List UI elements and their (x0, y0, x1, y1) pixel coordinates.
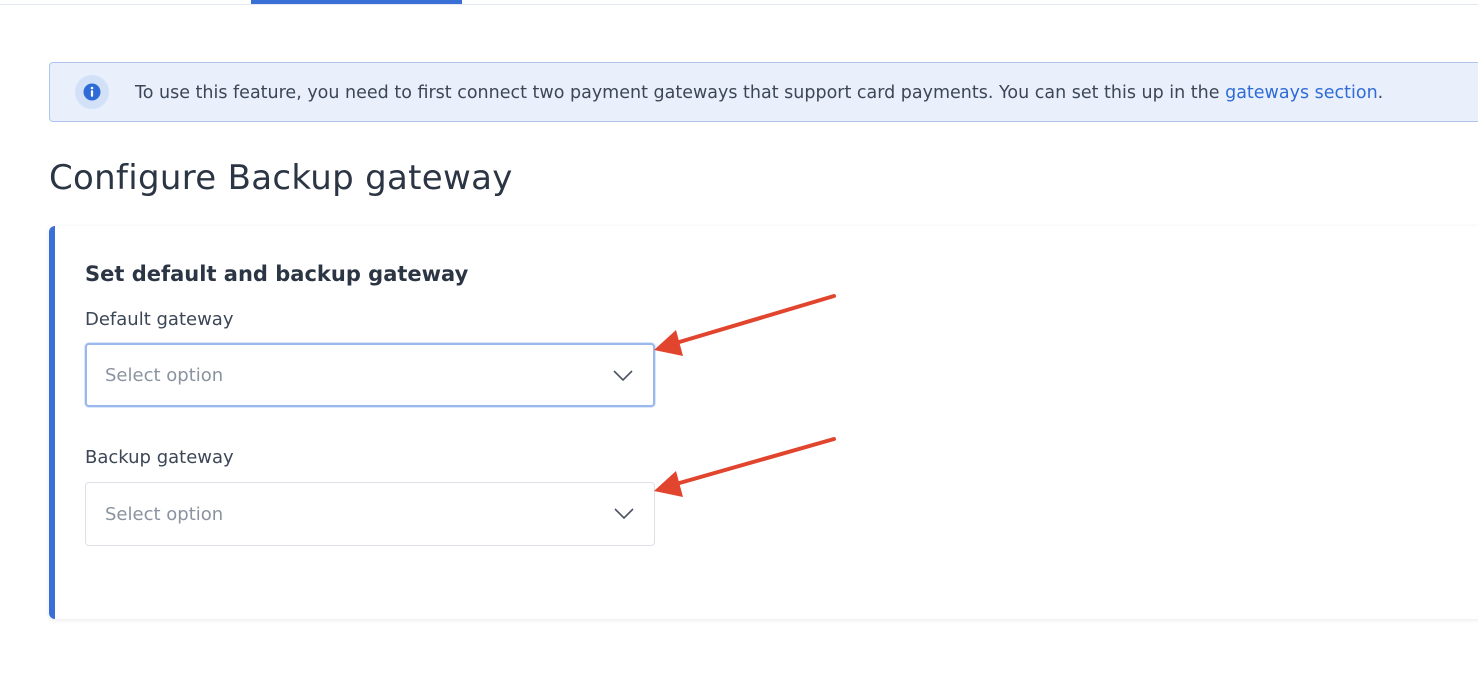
tab-strip (0, 0, 1478, 5)
card-title: Set default and backup gateway (85, 262, 469, 286)
page: To use this feature, you need to first c… (0, 0, 1478, 694)
info-banner: To use this feature, you need to first c… (49, 62, 1478, 122)
default-gateway-label: Default gateway (85, 309, 234, 330)
info-banner-text: To use this feature, you need to first c… (135, 82, 1383, 104)
gateways-section-link[interactable]: gateways section (1225, 83, 1378, 103)
backup-gateway-select[interactable]: Select option (85, 482, 655, 546)
gateway-settings-card: Set default and backup gateway Default g… (49, 226, 1478, 619)
backup-gateway-label: Backup gateway (85, 447, 234, 468)
backup-gateway-placeholder: Select option (105, 504, 224, 525)
info-icon-badge (75, 75, 109, 109)
page-title: Configure Backup gateway (49, 158, 513, 198)
info-banner-message: To use this feature, you need to first c… (135, 83, 1226, 103)
active-tab-indicator[interactable] (251, 0, 462, 4)
chevron-down-icon (614, 508, 634, 520)
default-gateway-select[interactable]: Select option (85, 343, 655, 407)
info-icon (83, 83, 101, 101)
chevron-down-icon (613, 370, 633, 382)
default-gateway-placeholder: Select option (105, 365, 224, 386)
info-banner-trailing: . (1377, 83, 1384, 103)
